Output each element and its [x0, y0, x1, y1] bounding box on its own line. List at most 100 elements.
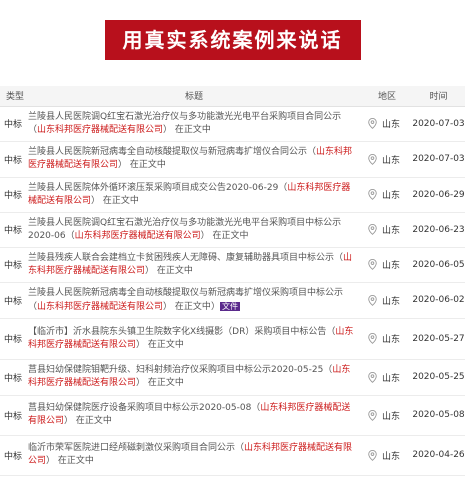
table-row[interactable]: 中标 莒县妇幼保健院医疗设备采购项目中标公示2020-05-08（山东科邦医疗器械… — [0, 395, 465, 436]
row-type: 中标 — [0, 212, 26, 248]
bid-results-table: 类型 标题 地区 时间 中标 兰陵县人民医院调Q红宝石激光治疗仪与多功能激光光电平… — [0, 86, 465, 476]
location-pin-icon — [368, 449, 377, 461]
row-status: 在正文中 — [147, 378, 184, 388]
row-region: 山东 — [382, 261, 401, 271]
table-row[interactable]: 中标 莒县妇幼保健院钼靶升级、妇科射频治疗仪采购项目中标公示2020-05-25（… — [0, 359, 465, 396]
row-region-cell: 山东 — [362, 106, 412, 142]
row-title-link[interactable]: 兰陵县人民医院新冠病毒全自动核酸提取仪与新冠病毒扩增仪合同公示（ — [28, 147, 316, 157]
location-pin-icon — [368, 259, 377, 271]
row-date: 2020-05-27 — [412, 318, 465, 360]
row-date: 2020-06-23 — [412, 212, 465, 248]
location-pin-icon — [368, 333, 377, 345]
row-title-link[interactable]: 兰陵县人民医院体外循环滚压泵采购项目成交公告2020-06-29（ — [28, 183, 287, 193]
row-region: 山东 — [382, 411, 401, 422]
row-status: 在正文中 — [174, 124, 211, 135]
row-region-cell: 山东 — [362, 359, 412, 396]
row-region-cell: 山东 — [362, 212, 412, 248]
row-type: 中标 — [0, 106, 26, 142]
header-time: 时间 — [429, 92, 448, 103]
row-paren-close: ） — [145, 265, 155, 276]
row-region-cell: 山东 — [362, 435, 412, 476]
row-title-link[interactable]: 兰陵县残疾人联合会建档立卡贫困残疾人无障碍、康复辅助器具项目中标公示（ — [28, 253, 343, 263]
row-type: 中标 — [0, 318, 26, 360]
row-title-link[interactable]: 临沂市荣军医院进口经颅磁刺激仪采购项目合同公示（ — [28, 443, 244, 453]
location-pin-icon — [368, 118, 377, 130]
row-title-cell[interactable]: 兰陵县人民医院调Q红宝石激光治疗仪与多功能激光光电平台采购项目合同公示（山东科邦… — [26, 106, 362, 142]
row-paren-close: ） — [64, 416, 74, 426]
row-date: 2020-06-29 — [412, 177, 465, 213]
row-date: 2020-05-08 — [412, 395, 465, 436]
row-status: 在正文中 — [212, 230, 249, 241]
table-header-row: 类型 标题 地区 时间 — [0, 86, 465, 106]
row-region: 山东 — [382, 373, 401, 384]
row-status: 在正文中 — [174, 301, 211, 312]
banner-area: 用真实系统案例来说话 — [0, 0, 465, 86]
row-title-cell[interactable]: 莒县妇幼保健院医疗设备采购项目中标公示2020-05-08（山东科邦医疗器械配送… — [26, 395, 362, 436]
location-pin-icon — [368, 409, 377, 421]
row-title-cell[interactable]: 兰陵县人民医院新冠病毒全自动核酸提取仪与新冠病毒扩增仪采购项目中标公示（山东科邦… — [26, 282, 362, 319]
row-date: 2020-04-26 — [412, 435, 465, 476]
location-pin-icon — [368, 371, 377, 383]
row-region: 山东 — [382, 226, 401, 236]
row-paren-close: ） — [163, 301, 173, 312]
row-title-link[interactable]: 【临沂市】沂水县院东头镇卫生院数字化X线摄影（DR）采购项目中标公告（ — [28, 327, 335, 337]
row-date: 2020-05-25 — [412, 359, 465, 396]
row-title-cell[interactable]: 莒县妇幼保健院钼靶升级、妇科射频治疗仪采购项目中标公示2020-05-25（山东… — [26, 359, 362, 396]
row-title-link[interactable]: 莒县妇幼保健院医疗设备采购项目中标公示2020-05-08（ — [28, 403, 260, 413]
banner-title: 用真实系统案例来说话 — [104, 20, 361, 60]
row-date: 2020-07-03 — [412, 106, 465, 142]
row-status: 在正文中 — [156, 265, 193, 276]
header-region: 地区 — [377, 92, 396, 103]
row-title-cell[interactable]: 临沂市荣军医院进口经颅磁刺激仪采购项目合同公示（山东科邦医疗器械配送有限公司） … — [26, 435, 362, 476]
row-region-cell: 山东 — [362, 318, 412, 360]
table-row[interactable]: 中标 【临沂市】沂水县院东头镇卫生院数字化X线摄影（DR）采购项目中标公告（山东科… — [0, 318, 465, 360]
row-paren-close: ） — [200, 230, 210, 241]
row-title-link[interactable]: 莒县妇幼保健院钼靶升级、妇科射频治疗仪采购项目中标公示2020-05-25（ — [28, 365, 332, 375]
row-paren-close: ） — [163, 124, 173, 135]
row-region: 山东 — [382, 451, 401, 462]
row-type: 中标 — [0, 435, 26, 476]
row-region-cell: 山东 — [362, 177, 412, 213]
file-badge[interactable]: 文件 — [219, 301, 240, 311]
row-region: 山东 — [382, 335, 401, 345]
table-row[interactable]: 中标 兰陵县人民医院调Q红宝石激光治疗仪与多功能激光光电平台采购项目中标公示202… — [0, 212, 465, 248]
location-pin-icon — [368, 189, 377, 201]
row-type: 中标 — [0, 395, 26, 436]
row-region: 山东 — [382, 120, 401, 130]
row-date: 2020-07-03 — [412, 141, 465, 178]
table-row[interactable]: 中标 兰陵县残疾人联合会建档立卡贫困残疾人无障碍、康复辅助器具项目中标公示（山东科… — [0, 247, 465, 283]
row-company: 山东科邦医疗器械配送有限公司 — [37, 301, 164, 312]
row-status: 在正文中 — [129, 160, 166, 170]
location-pin-icon — [368, 294, 377, 306]
table-row[interactable]: 中标 兰陵县人民医院新冠病毒全自动核酸提取仪与新冠病毒扩增仪合同公示（山东科邦医疗… — [0, 141, 465, 178]
row-region-cell: 山东 — [362, 395, 412, 436]
row-title-cell[interactable]: 兰陵县残疾人联合会建档立卡贫困残疾人无障碍、康复辅助器具项目中标公示（山东科邦医… — [26, 247, 362, 283]
row-company: 山东科邦医疗器械配送有限公司 — [37, 124, 164, 135]
row-title-cell[interactable]: 【临沂市】沂水县院东头镇卫生院数字化X线摄影（DR）采购项目中标公告（山东科邦医… — [26, 318, 362, 360]
row-title-cell[interactable]: 兰陵县人民医院体外循环滚压泵采购项目成交公告2020-06-29（山东科邦医疗器… — [26, 177, 362, 213]
row-region: 山东 — [382, 191, 401, 201]
row-region: 山东 — [382, 296, 401, 307]
table-row[interactable]: 中标 临沂市荣军医院进口经颅磁刺激仪采购项目合同公示（山东科邦医疗器械配送有限公司… — [0, 435, 465, 476]
header-type: 类型 — [6, 92, 25, 103]
table-row[interactable]: 中标 兰陵县人民医院新冠病毒全自动核酸提取仪与新冠病毒扩增仪采购项目中标公示（山东… — [0, 282, 465, 319]
location-pin-icon — [368, 153, 377, 165]
row-title-cell[interactable]: 兰陵县人民医院调Q红宝石激光治疗仪与多功能激光光电平台采购项目中标公示2020-… — [26, 212, 362, 248]
row-paren-close: ） — [118, 160, 128, 170]
row-type: 中标 — [0, 282, 26, 319]
row-date: 2020-06-05 — [412, 247, 465, 283]
location-pin-icon — [368, 224, 377, 236]
row-region-cell: 山东 — [362, 141, 412, 178]
row-region-cell: 山东 — [362, 282, 412, 319]
row-region-cell: 山东 — [362, 247, 412, 283]
table-row[interactable]: 中标 兰陵县人民医院调Q红宝石激光治疗仪与多功能激光光电平台采购项目合同公示（山东… — [0, 106, 465, 142]
row-paren-close-2: ） — [210, 301, 220, 312]
row-title-cell[interactable]: 兰陵县人民医院新冠病毒全自动核酸提取仪与新冠病毒扩增仪合同公示（山东科邦医疗器械… — [26, 141, 362, 178]
row-status: 在正文中 — [75, 416, 112, 426]
row-type: 中标 — [0, 247, 26, 283]
row-type: 中标 — [0, 359, 26, 396]
table-row[interactable]: 中标 兰陵县人民医院体外循环滚压泵采购项目成交公告2020-06-29（山东科邦医… — [0, 177, 465, 213]
row-status: 在正文中 — [57, 456, 94, 466]
row-paren-close: ） — [136, 378, 146, 388]
row-paren-close: ） — [46, 456, 56, 466]
